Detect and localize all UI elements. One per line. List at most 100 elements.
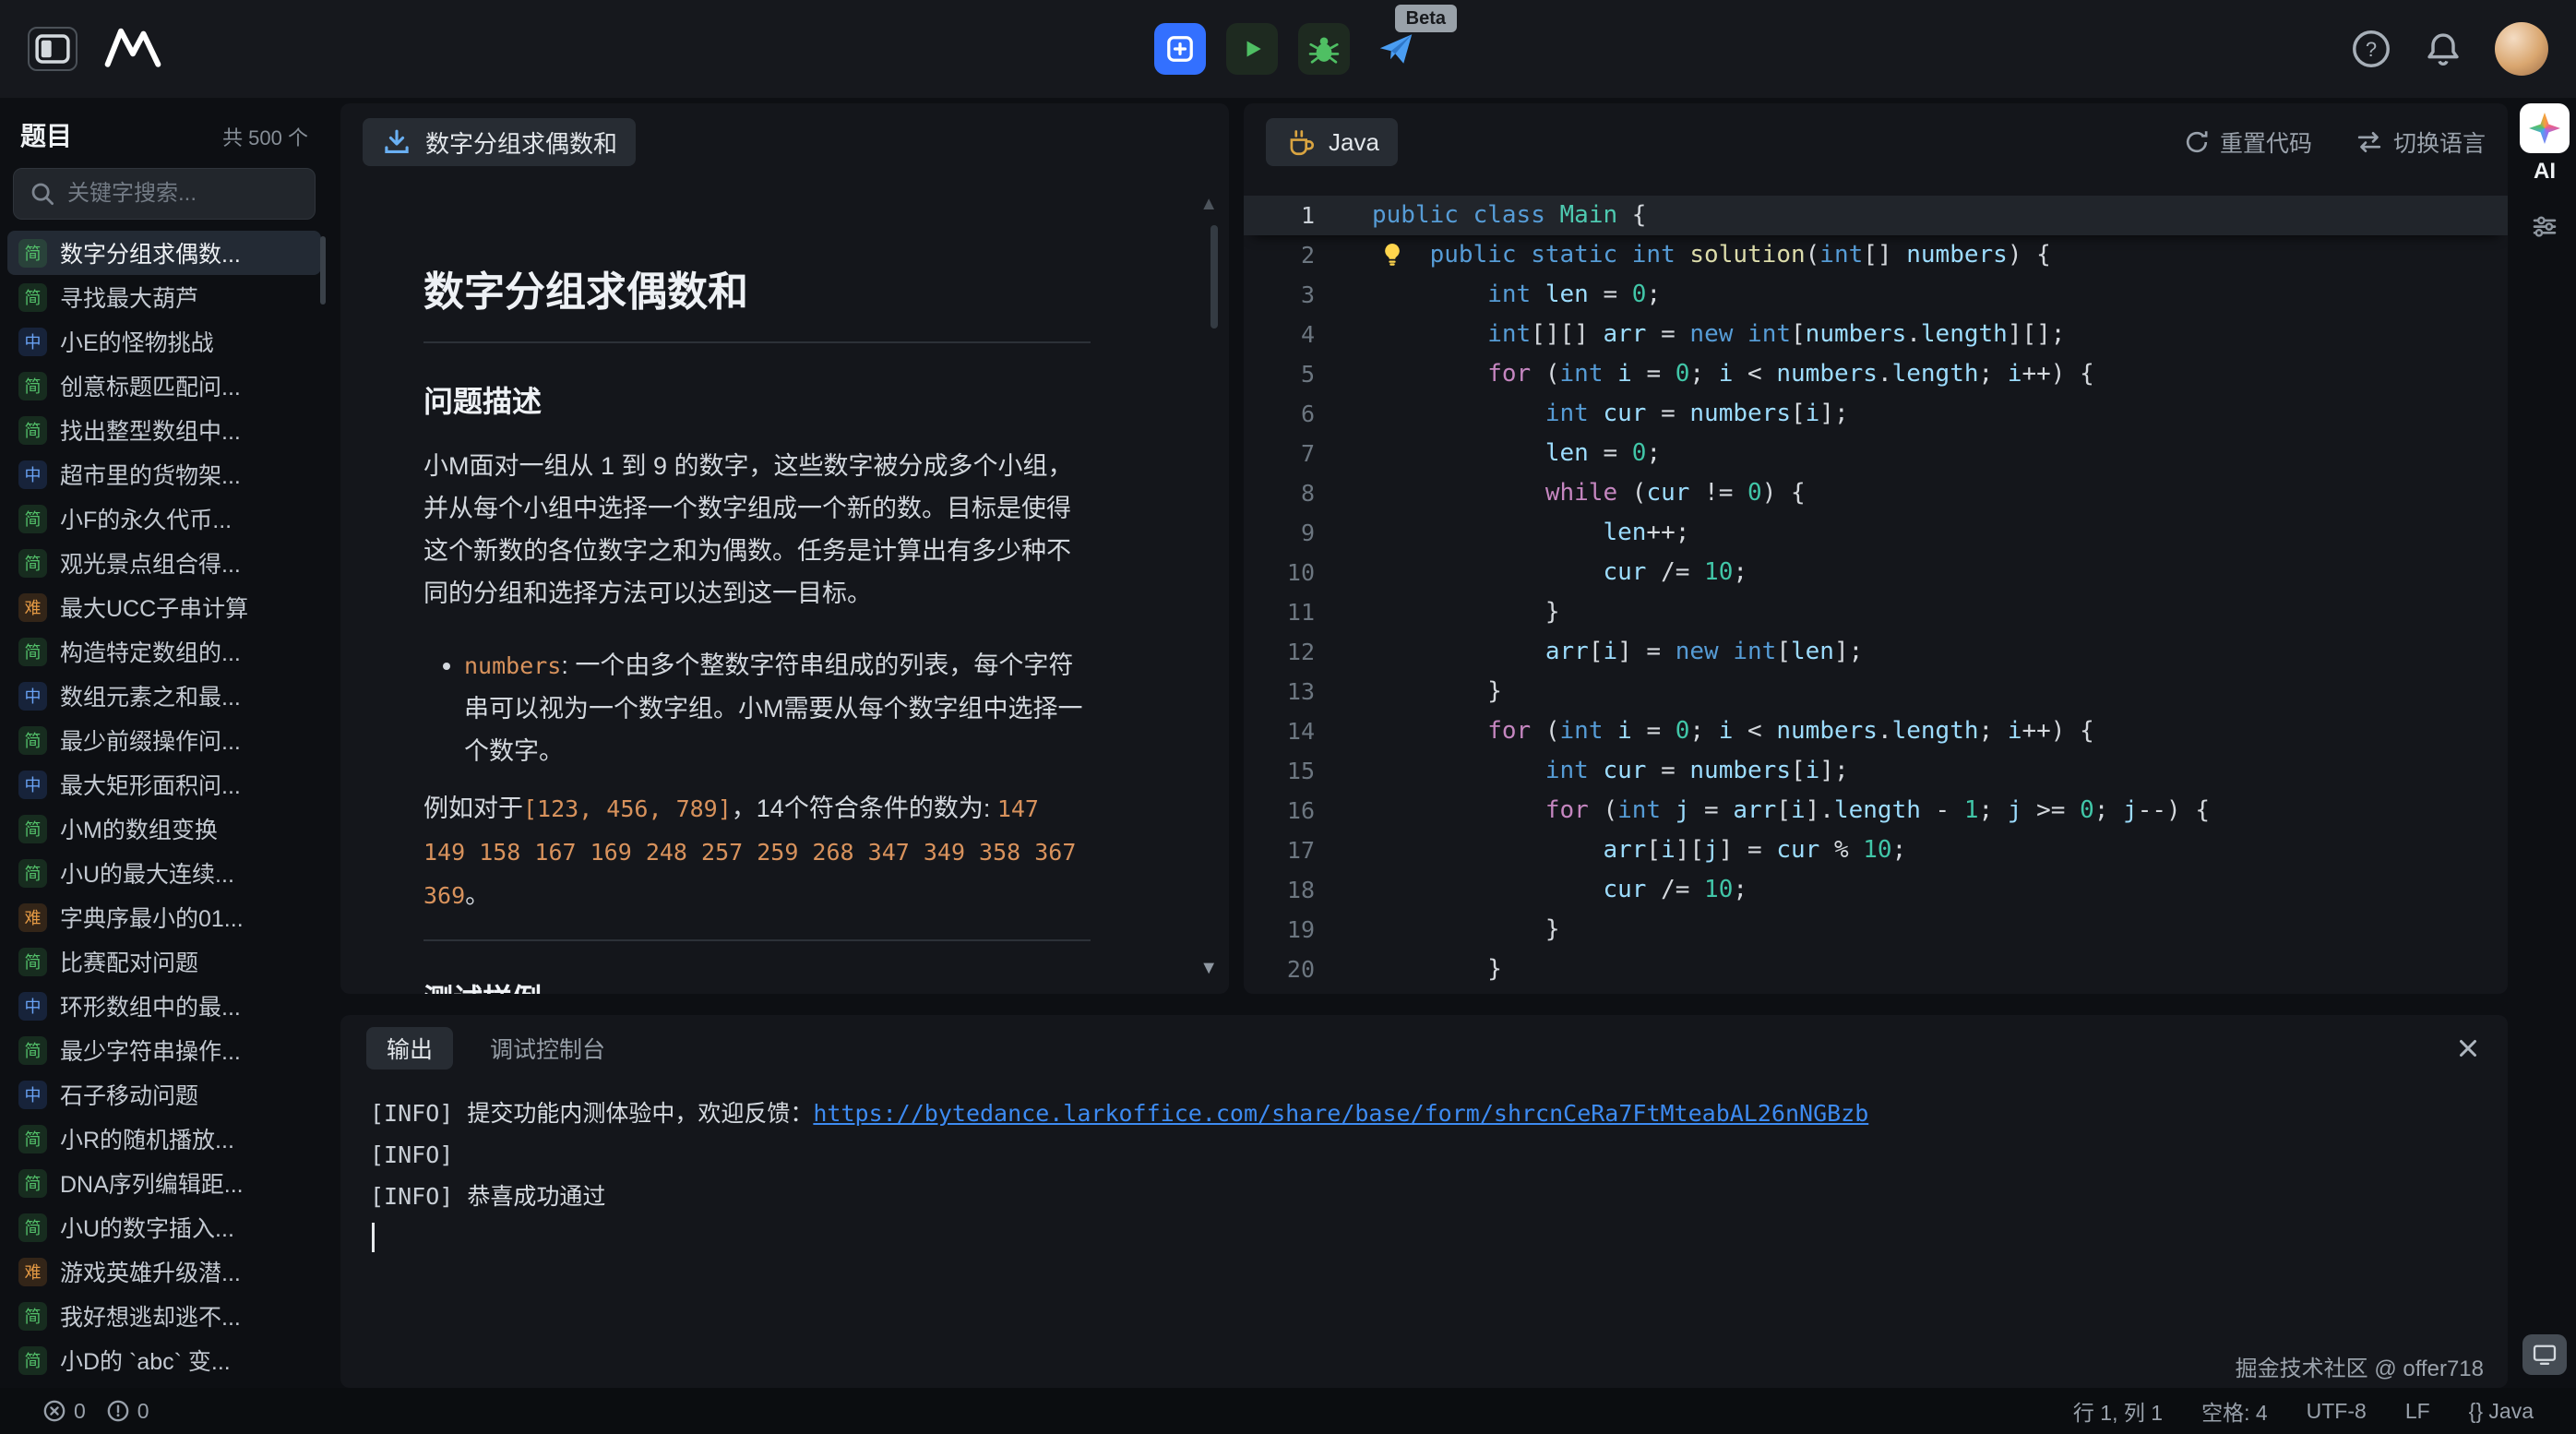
search-input[interactable] (67, 181, 300, 207)
help-button[interactable]: ? (2351, 29, 2391, 69)
tab-output[interactable]: 输出 (366, 1027, 453, 1070)
error-count: 0 (74, 1399, 86, 1424)
close-console-button[interactable] (2454, 1034, 2482, 1062)
list-item[interactable]: 简最少字符串操作... (7, 1028, 321, 1072)
line-number: 17 (1244, 831, 1315, 870)
code-editor[interactable]: 1public class Main {2 public static int … (1244, 181, 2508, 989)
list-item[interactable]: 简小M的数组变换 (7, 807, 321, 851)
code-line[interactable]: 19 } (1244, 910, 2508, 950)
avatar[interactable] (2495, 22, 2548, 76)
list-item[interactable]: 简小F的永久代币... (7, 496, 321, 541)
share-button[interactable]: Beta (1370, 23, 1422, 75)
problem-label: 数字分组求偶数... (60, 236, 241, 269)
list-item[interactable]: 中数组元素之和最... (7, 674, 321, 718)
list-item[interactable]: 简构造特定数组的... (7, 629, 321, 674)
list-item[interactable]: 中最大矩形面积问... (7, 762, 321, 807)
language-tab[interactable]: Java (1266, 118, 1398, 166)
language-mode[interactable]: {} Java (2469, 1399, 2534, 1424)
cursor-position[interactable]: 行 1, 列 1 (2073, 1395, 2163, 1427)
lightbulb-icon[interactable] (1378, 240, 1406, 268)
code-line[interactable]: 16 for (int j = arr[i].length - 1; j >= … (1244, 791, 2508, 831)
code-line[interactable]: 7 len = 0; (1244, 434, 2508, 473)
beta-badge: Beta (1395, 5, 1457, 32)
console-panel: 输出 调试控制台 [INFO] 提交功能内测体验中，欢迎反馈：https://b… (340, 1015, 2508, 1388)
list-item[interactable]: 简最少前缀操作问... (7, 718, 321, 762)
settings-button[interactable] (2529, 210, 2560, 245)
code-line[interactable]: 1public class Main { (1244, 196, 2508, 235)
list-item[interactable]: 中环形数组中的最... (7, 984, 321, 1028)
scroll-down-icon[interactable]: ▼ (1199, 958, 1218, 979)
code-line[interactable]: 12 arr[i] = new int[len]; (1244, 632, 2508, 672)
code-line[interactable]: 9 len++; (1244, 513, 2508, 553)
ai-assistant-button[interactable] (2520, 103, 2570, 153)
code-line[interactable]: 3 int len = 0; (1244, 275, 2508, 315)
code-line[interactable]: 18 cur /= 10; (1244, 870, 2508, 910)
list-item[interactable]: 简寻找最大葫芦 (7, 275, 321, 319)
list-item[interactable]: 简观光景点组合得... (7, 541, 321, 585)
panel-toggle-button[interactable] (2522, 1334, 2567, 1375)
code-line[interactable]: 11 } (1244, 592, 2508, 632)
indent-setting[interactable]: 空格: 4 (2201, 1395, 2268, 1427)
tab-debug-console[interactable]: 调试控制台 (490, 1032, 605, 1065)
list-item[interactable]: 简数字分组求偶数... (7, 231, 321, 275)
monitor-icon (2531, 1341, 2558, 1368)
list-item[interactable]: 中石子移动问题 (7, 1072, 321, 1117)
code-line[interactable]: 14 for (int i = 0; i < numbers.length; i… (1244, 711, 2508, 751)
bug-icon (1306, 31, 1342, 66)
feedback-link[interactable]: https://bytedance.larkoffice.com/share/b… (813, 1100, 1868, 1127)
difficulty-badge: 简 (18, 1125, 47, 1153)
list-item[interactable]: 简小D的 `abc` 变... (7, 1338, 321, 1382)
code-line[interactable]: 13 } (1244, 672, 2508, 711)
list-item[interactable]: 中小E的怪物挑战 (7, 319, 321, 364)
editor-panel: Java 重置代码 切换语言 1public class Main {2 pub… (1244, 103, 2508, 994)
reset-code-button[interactable]: 重置代码 (2183, 125, 2312, 159)
code-text: while (cur != 0) { (1372, 473, 1806, 513)
scroll-up-icon[interactable]: ▲ (1199, 194, 1218, 215)
sidebar-toggle-button[interactable] (28, 27, 78, 71)
list-item[interactable]: 简找出整型数组中... (7, 408, 321, 452)
code-line[interactable]: 20 } (1244, 950, 2508, 989)
description-scrollbar[interactable] (1210, 225, 1218, 329)
problem-tab[interactable]: 数字分组求偶数和 (363, 118, 636, 166)
warning-count: 0 (137, 1399, 149, 1424)
notifications-button[interactable] (2423, 29, 2463, 69)
list-item[interactable]: 简我好想逃却逃不... (7, 1294, 321, 1338)
debug-button[interactable] (1298, 23, 1350, 75)
code-line[interactable]: 8 while (cur != 0) { (1244, 473, 2508, 513)
code-line[interactable]: 10 cur /= 10; (1244, 553, 2508, 592)
problem-list: 简数字分组求偶数...简寻找最大葫芦中小E的怪物挑战简创意标题匹配问...简找出… (0, 231, 328, 1388)
code-line[interactable]: 2 public static int solution(int[] numbe… (1244, 235, 2508, 275)
encoding[interactable]: UTF-8 (2307, 1399, 2367, 1424)
code-line[interactable]: 4 int[][] arr = new int[numbers.length][… (1244, 315, 2508, 354)
list-item[interactable]: 中超市里的货物架... (7, 452, 321, 496)
eol-setting[interactable]: LF (2405, 1399, 2430, 1424)
list-item[interactable]: 难最大UCC子串计算 (7, 585, 321, 629)
list-item[interactable]: 难游戏英雄升级潜... (7, 1249, 321, 1294)
line-number: 12 (1244, 632, 1315, 672)
list-item[interactable]: 简DNA序列编辑距... (7, 1161, 321, 1205)
list-item[interactable]: 简比赛配对问题 (7, 939, 321, 984)
line-number: 5 (1244, 354, 1315, 394)
list-item[interactable]: 简小U的数字插入... (7, 1205, 321, 1249)
problem-label: 字典序最小的01... (60, 901, 244, 934)
code-text: cur /= 10; (1372, 553, 1747, 592)
list-item[interactable]: 简小R的随机播放... (7, 1117, 321, 1161)
submit-button[interactable] (1154, 23, 1206, 75)
run-button[interactable] (1226, 23, 1278, 75)
problem-label: 最大UCC子串计算 (60, 591, 248, 624)
ai-sparkle-icon (2529, 113, 2560, 144)
code-line[interactable]: 5 for (int i = 0; i < numbers.length; i+… (1244, 354, 2508, 394)
switch-language-button[interactable]: 切换语言 (2355, 125, 2486, 159)
sidebar-title: 题目 (20, 116, 72, 153)
code-line[interactable]: 6 int cur = numbers[i]; (1244, 394, 2508, 434)
problem-label: 数组元素之和最... (60, 679, 241, 712)
section-heading-description: 问题描述 (423, 378, 1091, 421)
list-item[interactable]: 简小U的最大连续... (7, 851, 321, 895)
list-item[interactable]: 简创意标题匹配问... (7, 364, 321, 408)
problem-label: 小U的数字插入... (60, 1211, 234, 1244)
code-line[interactable]: 15 int cur = numbers[i]; (1244, 751, 2508, 791)
code-line[interactable]: 17 arr[i][j] = cur % 10; (1244, 831, 2508, 870)
list-item[interactable]: 难字典序最小的01... (7, 895, 321, 939)
sidebar-scrollbar[interactable] (320, 236, 326, 305)
search-box[interactable] (13, 168, 316, 220)
